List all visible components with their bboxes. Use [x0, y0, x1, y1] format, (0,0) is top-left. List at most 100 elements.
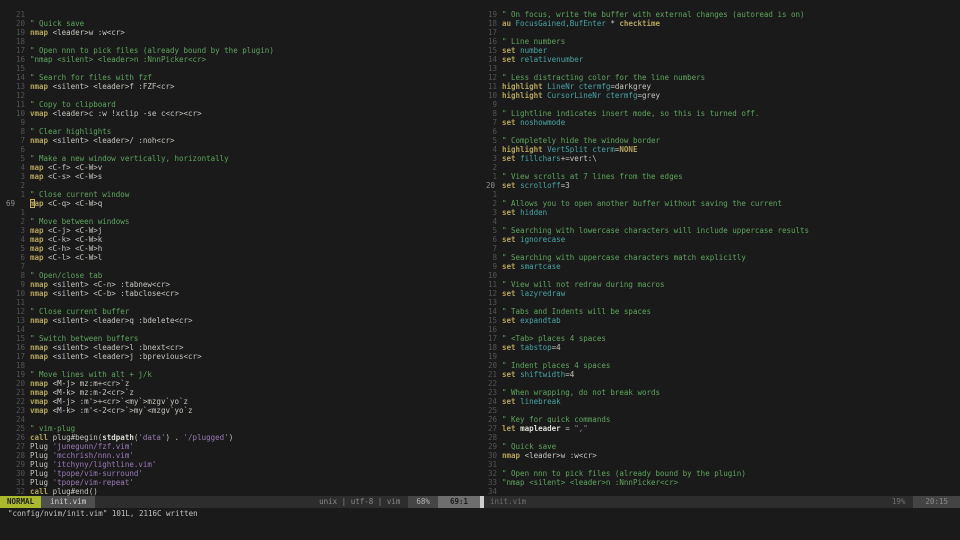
- code-line[interactable]: 10 nmap <silent> <C-b> :tabclose<cr>: [0, 289, 480, 298]
- code-line[interactable]: 4 highlight VertSplit cterm=NONE: [480, 145, 960, 154]
- code-line[interactable]: 18: [0, 37, 480, 46]
- code-line[interactable]: 13: [480, 298, 960, 307]
- code-line[interactable]: 12 " Less distracting color for the line …: [480, 73, 960, 82]
- code-line[interactable]: 14 " Tabs and Indents will be spaces: [480, 307, 960, 316]
- code-line[interactable]: 1 " Close current window: [0, 190, 480, 199]
- code-line[interactable]: 22 vmap <M-j> :m'>+<cr>`<my`>mzgv`yo`z: [0, 397, 480, 406]
- code-line[interactable]: 23 " When wrapping, do not break words: [480, 388, 960, 397]
- code-line[interactable]: 31 Plug 'tpope/vim-repeat': [0, 478, 480, 487]
- code-line[interactable]: 4 map <C-k> <C-W>k: [0, 235, 480, 244]
- code-line[interactable]: 28: [480, 433, 960, 442]
- code-line[interactable]: 6: [0, 145, 480, 154]
- code-line[interactable]: 21: [0, 10, 480, 19]
- code-line[interactable]: 1: [0, 208, 480, 217]
- code-line[interactable]: 22: [480, 379, 960, 388]
- code-line[interactable]: 11 " Copy to clipboard: [0, 100, 480, 109]
- code-line[interactable]: 17 nmap <silent> <leader>j :bprevious<cr>: [0, 352, 480, 361]
- code-line[interactable]: 13 nmap <silent> <leader>f :FZF<cr>: [0, 82, 480, 91]
- code-line[interactable]: 9 set smartcase: [480, 262, 960, 271]
- code-line[interactable]: 27 Plug 'junegunn/fzf.vim': [0, 442, 480, 451]
- code-line[interactable]: 7: [480, 244, 960, 253]
- code-line[interactable]: 6: [480, 127, 960, 136]
- code-line[interactable]: 12: [0, 91, 480, 100]
- code-line[interactable]: 9: [480, 100, 960, 109]
- code-line[interactable]: 15 set number: [480, 46, 960, 55]
- code-line[interactable]: 3 map <C-s> <C-W>s: [0, 172, 480, 181]
- code-line[interactable]: 16 nmap <silent> <leader>l :bnext<cr>: [0, 343, 480, 352]
- code-line[interactable]: 11 " View will not redraw during macros: [480, 280, 960, 289]
- code-line[interactable]: 19 " Move lines with alt + j/k: [0, 370, 480, 379]
- code-line[interactable]: 19 nmap <leader>w :w<cr>: [0, 28, 480, 37]
- code-line[interactable]: 29 Plug 'itchyny/lightline.vim': [0, 460, 480, 469]
- code-line[interactable]: 17 " <Tab> places 4 spaces: [480, 334, 960, 343]
- code-line[interactable]: 20 set scrolloff=3: [480, 181, 960, 190]
- code-line[interactable]: 29 " Quick save: [480, 442, 960, 451]
- code-line[interactable]: 5 " Completely hide the window border: [480, 136, 960, 145]
- code-line[interactable]: 6 map <C-l> <C-W>l: [0, 253, 480, 262]
- code-line[interactable]: 7 set noshowmode: [480, 118, 960, 127]
- code-line[interactable]: 20 " Indent places 4 spaces: [480, 361, 960, 370]
- code-line[interactable]: 3 set fillchars+=vert:\: [480, 154, 960, 163]
- code-line[interactable]: 26 " Key for quick commands: [480, 415, 960, 424]
- code-line[interactable]: 3 set hidden: [480, 208, 960, 217]
- code-line[interactable]: 11: [0, 298, 480, 307]
- code-line[interactable]: 15: [0, 64, 480, 73]
- code-line[interactable]: 17 " Open nnn to pick files (already boun…: [0, 46, 480, 55]
- code-line[interactable]: 3 map <C-j> <C-W>j: [0, 226, 480, 235]
- code-line[interactable]: 13: [480, 64, 960, 73]
- code-line[interactable]: 8 " Open/close tab: [0, 271, 480, 280]
- code-line[interactable]: 18 au FocusGained,BufEnter * checktime: [480, 19, 960, 28]
- code-line[interactable]: 15 set expandtab: [480, 316, 960, 325]
- code-line[interactable]: 19 " On focus, write the buffer with exte…: [480, 10, 960, 19]
- code-line[interactable]: 21 set shiftwidth=4: [480, 370, 960, 379]
- code-line[interactable]: 12 set lazyredraw: [480, 289, 960, 298]
- code-line[interactable]: 9 nmap <silent> <C-n> :tabnew<cr>: [0, 280, 480, 289]
- code-line[interactable]: 4 map <C-f> <C-W>v: [0, 163, 480, 172]
- code-line[interactable]: 30 Plug 'tpope/vim-surround': [0, 469, 480, 478]
- code-line[interactable]: 12 " Close current buffer: [0, 307, 480, 316]
- code-line[interactable]: 16 " Line numbers: [480, 37, 960, 46]
- code-line[interactable]: 16: [480, 325, 960, 334]
- code-line[interactable]: 14 set relativenumber: [480, 55, 960, 64]
- code-line[interactable]: 19: [480, 352, 960, 361]
- code-line[interactable]: 10: [480, 271, 960, 280]
- code-line[interactable]: 28 Plug 'mcchrish/nnn.vim': [0, 451, 480, 460]
- code-line[interactable]: 34: [480, 487, 960, 496]
- code-line[interactable]: 25: [480, 406, 960, 415]
- code-line[interactable]: 21 nmap <M-k> mz:m-2<cr>`z: [0, 388, 480, 397]
- code-line[interactable]: 23 vmap <M-k> :m'<-2<cr>`>my`<mzgv`yo`z: [0, 406, 480, 415]
- code-line[interactable]: 2 " Allows you to open another buffer wit…: [480, 199, 960, 208]
- code-line[interactable]: 7 nmap <silent> <leader>/ :noh<cr>: [0, 136, 480, 145]
- code-line[interactable]: 1 " View scrolls at 7 lines from the edge…: [480, 172, 960, 181]
- code-line[interactable]: 11 highlight LineNr ctermfg=darkgrey: [480, 82, 960, 91]
- code-line[interactable]: 24: [0, 415, 480, 424]
- code-line[interactable]: 32 " Open nnn to pick files (already boun…: [480, 469, 960, 478]
- code-line[interactable]: 5 " Searching with lowercase characters w…: [480, 226, 960, 235]
- code-line[interactable]: 8 " Clear highlights: [0, 127, 480, 136]
- code-line[interactable]: 24 set linebreak: [480, 397, 960, 406]
- code-line[interactable]: 14: [0, 325, 480, 334]
- code-line[interactable]: 14 " Search for files with fzf: [0, 73, 480, 82]
- code-line[interactable]: 1: [480, 190, 960, 199]
- code-line[interactable]: 30 nmap <leader>w :w<cr>: [480, 451, 960, 460]
- code-line[interactable]: 5 map <C-h> <C-W>h: [0, 244, 480, 253]
- code-line[interactable]: 7: [0, 262, 480, 271]
- code-line[interactable]: 69 map <C-q> <C-W>q: [0, 199, 480, 208]
- code-line[interactable]: 31: [480, 460, 960, 469]
- code-line[interactable]: 10 highlight CursorLineNr ctermfg=grey: [480, 91, 960, 100]
- code-line[interactable]: 2: [0, 181, 480, 190]
- code-line[interactable]: 9: [0, 118, 480, 127]
- code-line[interactable]: 32 call plug#end(): [0, 487, 480, 496]
- code-line[interactable]: 5 " Make a new window vertically, horizon…: [0, 154, 480, 163]
- code-line[interactable]: 25 " vim-plug: [0, 424, 480, 433]
- code-line[interactable]: 17: [480, 28, 960, 37]
- code-line[interactable]: 8 " Lightline indicates insert mode, so t…: [480, 109, 960, 118]
- code-line[interactable]: 13 nmap <silent> <leader>q :bdelete<cr>: [0, 316, 480, 325]
- code-line[interactable]: 2: [480, 163, 960, 172]
- code-line[interactable]: 27 let mapleader = ",": [480, 424, 960, 433]
- code-line[interactable]: 10 vmap <leader>c :w !xclip -se c<cr><cr>: [0, 109, 480, 118]
- code-line[interactable]: 20 nmap <M-j> mz:m+<cr>`z: [0, 379, 480, 388]
- code-line[interactable]: 4: [480, 217, 960, 226]
- code-line[interactable]: 2 " Move between windows: [0, 217, 480, 226]
- code-line[interactable]: 15 " Switch between buffers: [0, 334, 480, 343]
